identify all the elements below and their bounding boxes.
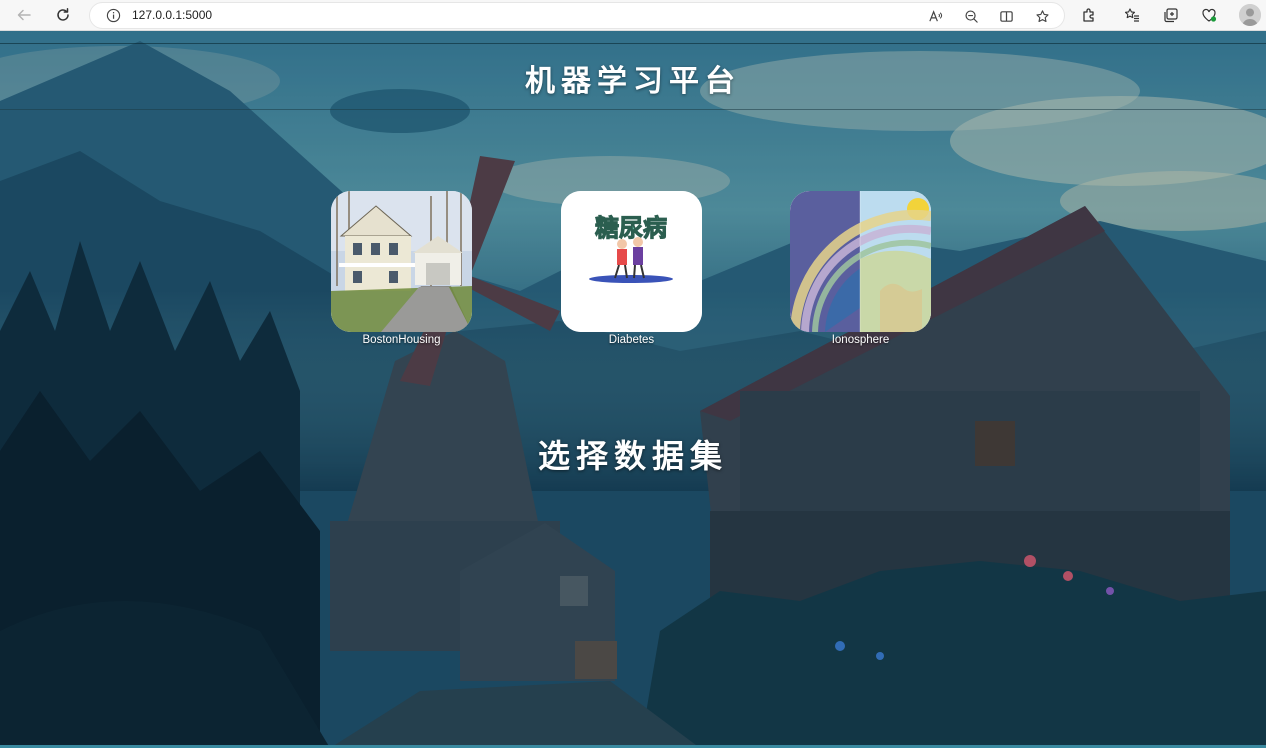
profile-avatar[interactable] <box>1239 4 1261 26</box>
page-title: 机器学习平台 <box>525 64 741 99</box>
dataset-label-diabetes[interactable]: Diabetes <box>531 334 732 346</box>
dataset-label-bostonhousing[interactable]: BostonHousing <box>301 334 502 346</box>
reload-button[interactable] <box>49 1 77 29</box>
dataset-label-ionosphere[interactable]: Ionosphere <box>760 334 961 346</box>
collections-button[interactable] <box>1161 5 1181 25</box>
house-photo-icon[interactable] <box>331 191 472 332</box>
back-button[interactable] <box>10 1 38 29</box>
select-dataset-heading: 选择数据集 <box>537 437 728 475</box>
dataset-card-ionosphere[interactable]: Ionosphere <box>790 191 931 346</box>
diabetes-illustration-icon[interactable]: 糖尿病 <box>561 191 702 332</box>
back-arrow-icon <box>17 9 31 21</box>
extensions-button[interactable] <box>1079 5 1099 25</box>
favorites-list-icon <box>1124 8 1139 22</box>
house-photo-thumbnail <box>331 191 472 332</box>
dataset-card-diabetes[interactable]: 糖尿病 Diabetes <box>561 191 702 346</box>
address-bar[interactable]: 127.0.0.1:5000 <box>89 2 1065 29</box>
read-aloud-icon <box>928 9 942 21</box>
page-content: 机器学习平台 BostonHousing 糖尿病 Diabetes Ionosp… <box>0 31 1266 748</box>
browser-essentials-button[interactable] <box>1199 5 1219 25</box>
browser-toolbar: 127.0.0.1:5000 <box>0 0 1266 31</box>
favorites-button[interactable] <box>1122 5 1142 25</box>
star-icon <box>1035 9 1049 22</box>
url-text[interactable]: 127.0.0.1:5000 <box>132 8 212 22</box>
favorite-button[interactable] <box>1033 7 1051 25</box>
diabetes-glyph-text: 糖尿病 <box>595 214 667 242</box>
user-avatar-icon <box>1239 4 1261 26</box>
site-info-icon[interactable] <box>106 8 121 23</box>
background-scene <box>0 31 1266 748</box>
reload-icon <box>57 8 69 21</box>
heart-pulse-icon <box>1202 8 1217 22</box>
split-screen-icon <box>999 10 1013 22</box>
ionosphere-diagram-icon[interactable] <box>790 191 931 332</box>
header-top-divider <box>0 43 1266 44</box>
puzzle-icon <box>1083 8 1094 22</box>
header-divider <box>0 109 1266 110</box>
zoom-out-icon <box>964 9 978 23</box>
split-screen-button[interactable] <box>997 7 1015 25</box>
ionosphere-thumbnail <box>790 191 931 332</box>
read-aloud-button[interactable] <box>926 7 944 25</box>
zoom-button[interactable] <box>962 7 980 25</box>
dataset-card-bostonhousing[interactable]: BostonHousing <box>331 191 472 346</box>
collections-icon <box>1164 8 1178 23</box>
diabetes-thumbnail: 糖尿病 <box>561 191 702 332</box>
